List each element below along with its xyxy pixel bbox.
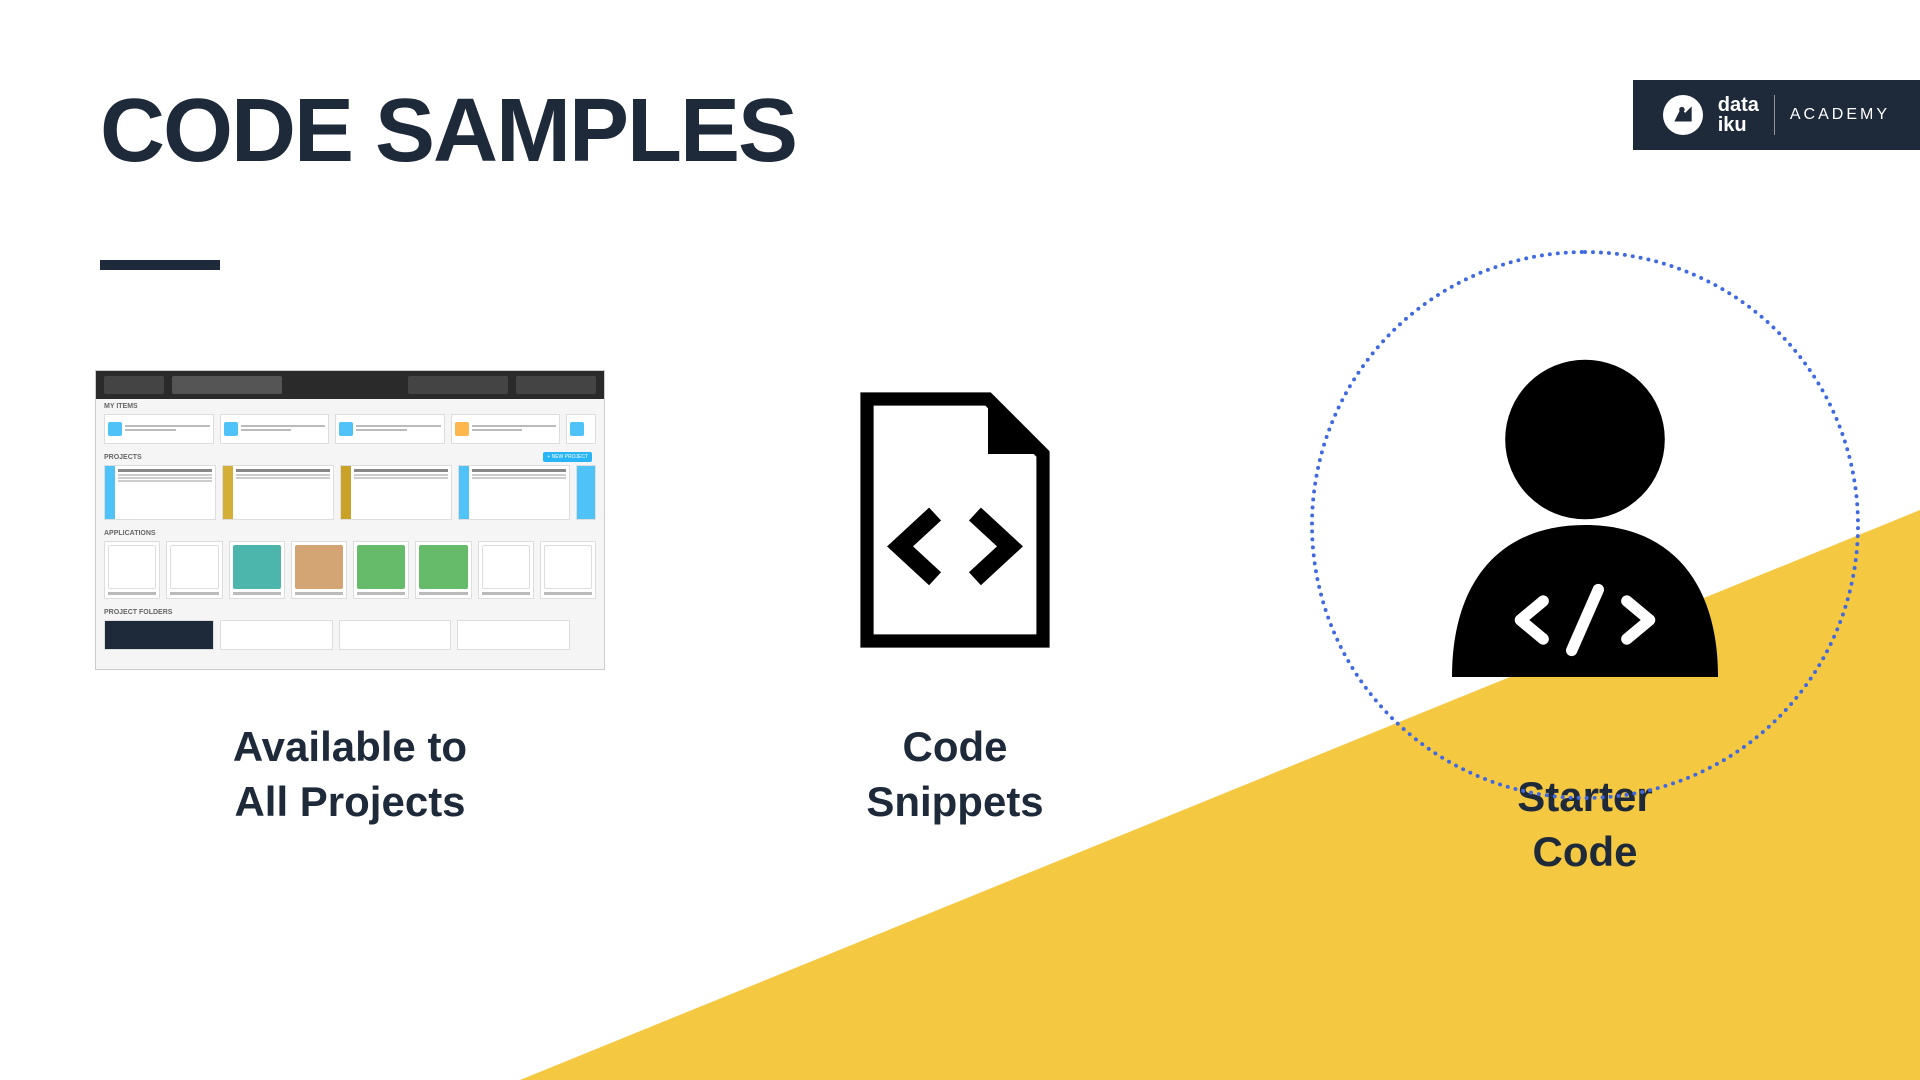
col1-label-line1: Available to	[233, 720, 467, 775]
slide-title: CODE SAMPLES	[100, 80, 796, 183]
developer-person-icon	[1310, 250, 1860, 800]
code-file-icon	[845, 370, 1065, 670]
brand-sublabel: ACADEMY	[1790, 106, 1890, 124]
brand-name-line2: iku	[1718, 115, 1759, 135]
column-starter-code: Starter Code	[1310, 370, 1860, 879]
column-code-snippets: Code Snippets	[780, 370, 1130, 879]
title-underline	[100, 260, 220, 270]
column-all-projects: MY ITEMS PROJECTS + NEW PROJECT	[100, 370, 600, 879]
brand-name-line1: data	[1718, 95, 1759, 115]
brand-logo-badge: data iku ACADEMY	[1633, 80, 1920, 150]
section-project-folders: PROJECT FOLDERS	[96, 605, 604, 620]
new-project-button: + NEW PROJECT	[543, 452, 592, 462]
bird-logo-icon	[1663, 95, 1703, 135]
section-projects: PROJECTS	[96, 450, 604, 465]
col3-label-line2: Code	[1517, 825, 1652, 880]
dashboard-screenshot: MY ITEMS PROJECTS + NEW PROJECT	[95, 370, 605, 670]
section-my-items: MY ITEMS	[96, 399, 604, 414]
col2-label-line2: Snippets	[866, 775, 1043, 830]
col1-label-line2: All Projects	[233, 775, 467, 830]
section-applications: APPLICATIONS	[96, 526, 604, 541]
logo-divider	[1774, 95, 1775, 135]
col2-label-line1: Code	[866, 720, 1043, 775]
